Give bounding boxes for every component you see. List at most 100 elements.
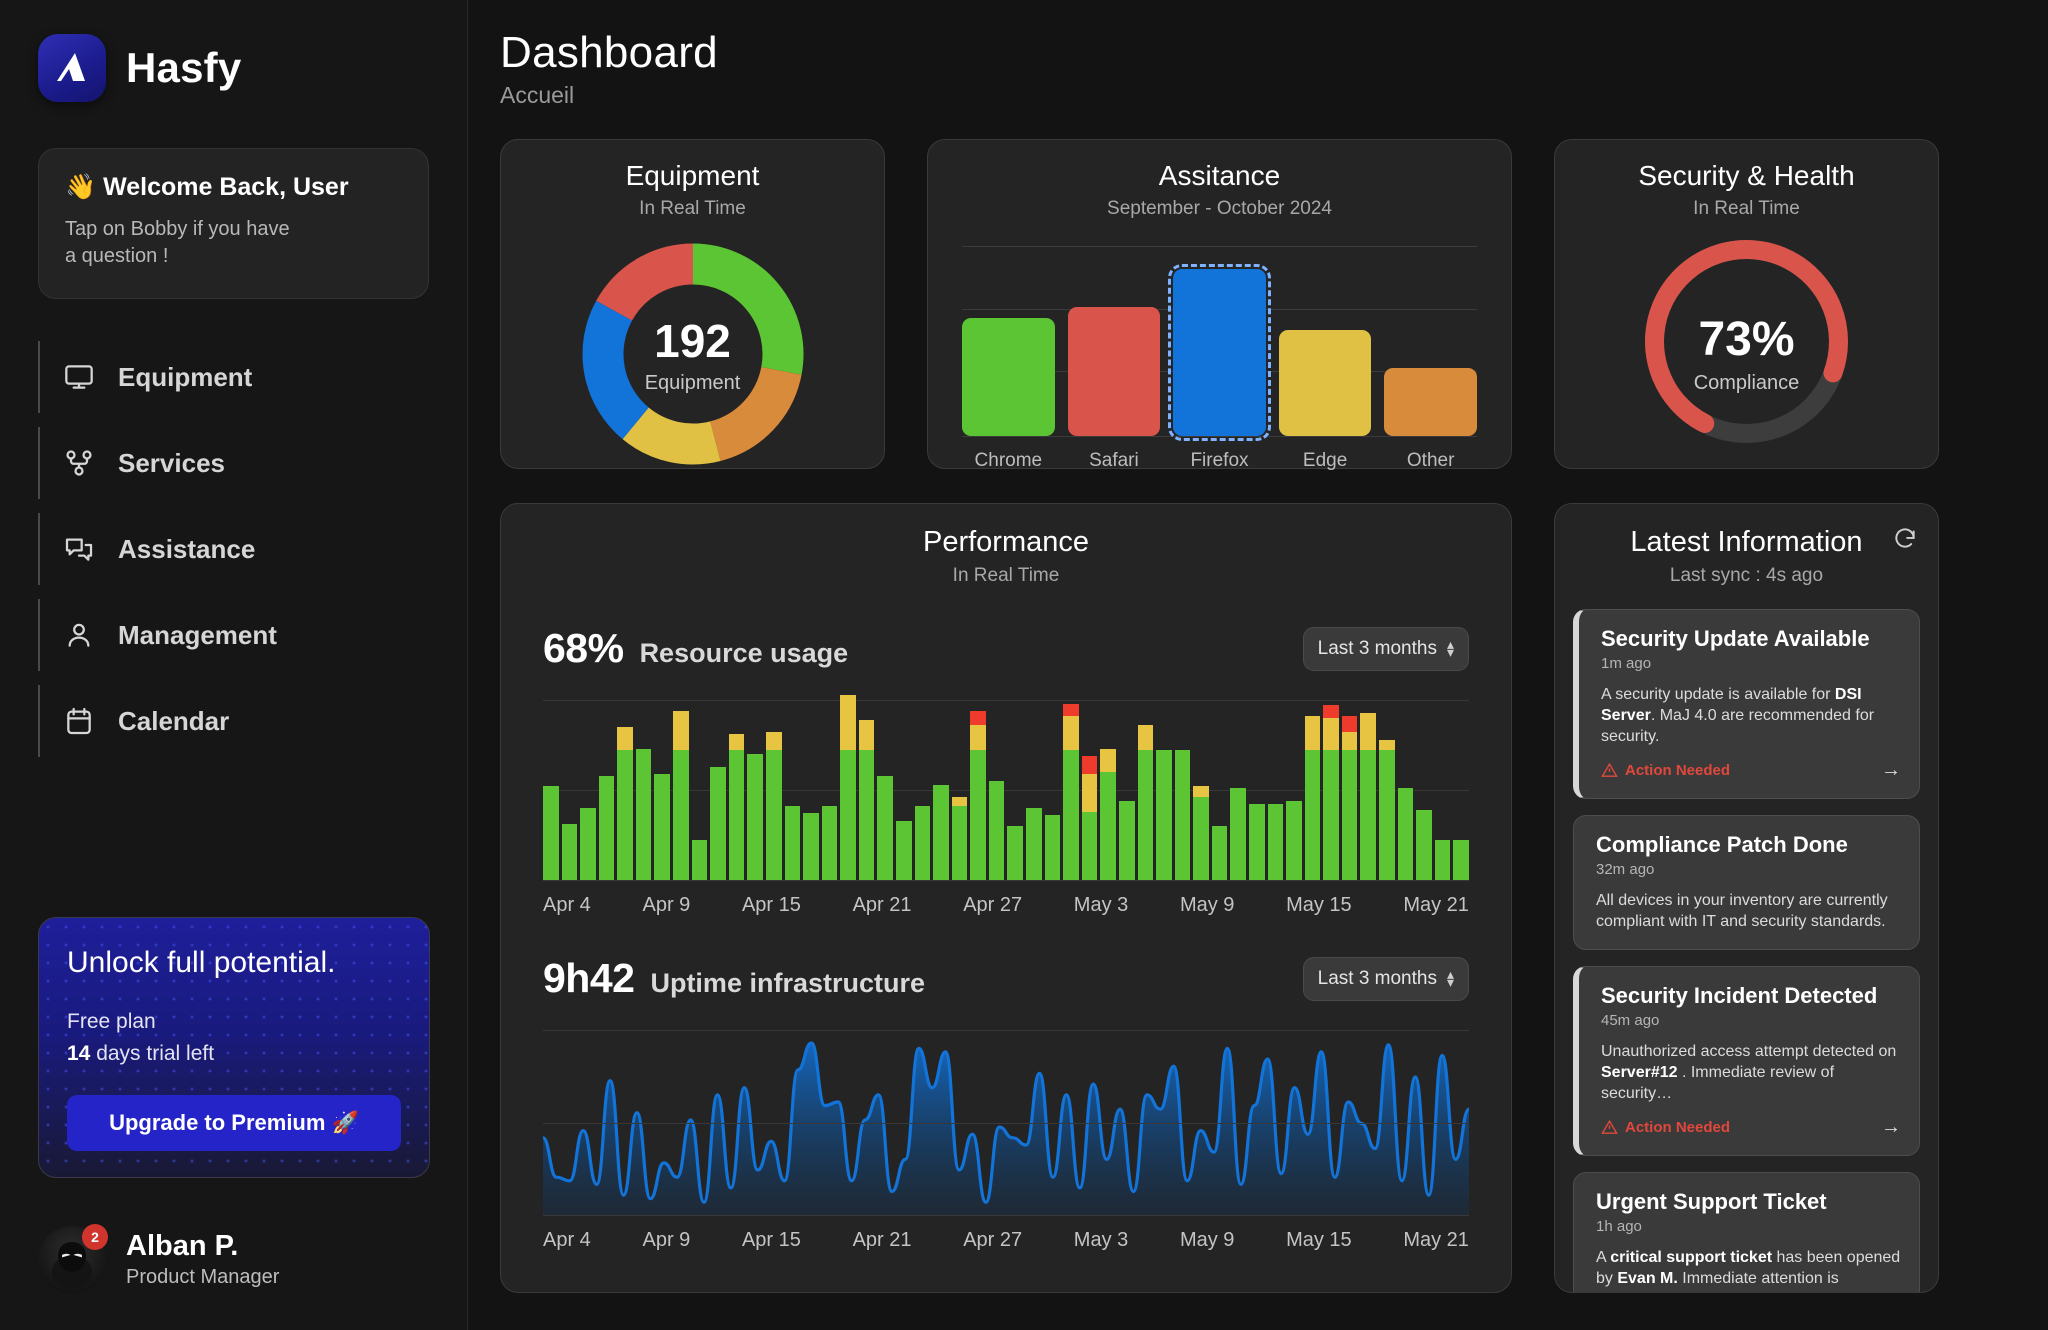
assistance-bar-column[interactable] <box>1278 246 1372 436</box>
brand[interactable]: Hasfy <box>0 0 467 102</box>
assistance-bar-column[interactable] <box>962 246 1055 436</box>
resource-bar-segment <box>914 806 931 880</box>
resource-bar-segment <box>951 806 968 880</box>
resource-range-value: Last 3 months <box>1317 637 1437 659</box>
resource-bar <box>784 806 801 880</box>
assistance-bar[interactable] <box>1067 306 1161 436</box>
resource-usage-x-axis: Apr 4 Apr 9 Apr 15 Apr 21 Apr 27 May 3 May 9 Ma… <box>543 894 1469 917</box>
equipment-card-title: Equipment <box>625 160 760 191</box>
resource-bar-segment <box>970 750 986 880</box>
resource-bar-segment <box>1118 800 1135 880</box>
resource-bar <box>710 766 726 880</box>
sidebar-item-equipment[interactable]: Equipment <box>38 341 467 413</box>
assistance-bar[interactable] <box>962 318 1055 436</box>
sidebar-item-assistance[interactable]: Assistance <box>38 513 467 585</box>
resource-bar-segment <box>1193 797 1209 880</box>
refresh-icon[interactable] <box>1892 526 1918 557</box>
resource-bar <box>1081 755 1098 880</box>
notification-item[interactable]: Security Update Available 1m ago A securit… <box>1573 609 1920 800</box>
resource-bar-segment <box>673 710 689 751</box>
resource-bar-segment <box>1230 788 1246 880</box>
notification-body: Unauthorized access attempt detected on … <box>1601 1042 1897 1102</box>
resource-bar-segment <box>821 806 838 880</box>
uptime-x-tick: May 15 <box>1286 1229 1352 1251</box>
resource-bar <box>691 840 708 880</box>
upgrade-card: Unlock full potential. Free plan 14 days… <box>38 917 430 1178</box>
uptime-value: 9h42 <box>543 955 635 1001</box>
resource-bar <box>580 808 596 880</box>
notification-title: Security Incident Detected <box>1601 982 1878 1008</box>
sidebar-item-management[interactable]: Management <box>38 599 467 671</box>
performance-header: Performance In Real Time <box>501 504 1511 587</box>
resource-x-tick: May 15 <box>1286 894 1352 916</box>
sidebar-item-label: Calendar <box>118 705 230 736</box>
assistance-bar-column[interactable] <box>1168 246 1271 442</box>
upgrade-title: Unlock full potential. <box>67 946 336 979</box>
assistance-bar-chart <box>962 246 1477 442</box>
resource-bar <box>1360 712 1377 880</box>
main-content: Dashboard Accueil Equipment In Real Time… <box>468 0 2048 1330</box>
resource-bar <box>821 806 838 880</box>
bottom-row: Performance In Real Time 68% Resource us… <box>500 503 2010 1293</box>
resource-bar <box>1267 804 1284 880</box>
uptime-metric: 9h42 Uptime infrastructure <box>543 955 925 1002</box>
upgrade-to-premium-button[interactable]: Upgrade to Premium 🚀 <box>67 1095 401 1151</box>
upgrade-trial-days: 14 <box>67 1041 91 1065</box>
donut-segment <box>582 300 649 440</box>
resource-bar-segment <box>1267 804 1284 880</box>
resource-x-tick: Apr 4 <box>543 894 591 916</box>
assistance-bar-column[interactable] <box>1067 246 1161 436</box>
notification-item[interactable]: Urgent Support Ticket 1h ago A critical su… <box>1573 1171 1920 1292</box>
assistance-bars <box>962 246 1477 442</box>
resource-bar-segment <box>728 750 745 880</box>
resource-bar <box>1248 804 1265 880</box>
latest-information-card: Latest Information Last sync : 4s ago Se… <box>1554 503 1939 1293</box>
notification-item[interactable]: Compliance Patch Done 32m ago All devices … <box>1573 815 1920 950</box>
donut-segment <box>595 243 694 322</box>
user-profile[interactable]: 2 Alban P. Product Manager <box>38 1224 279 1294</box>
resource-bar-segment <box>1248 804 1265 880</box>
resource-bar-segment <box>691 840 708 880</box>
assistance-x-label: Chrome <box>974 450 1043 471</box>
avatar[interactable]: 2 <box>38 1224 108 1294</box>
equipment-card: Equipment In Real Time 192 Equipment <box>500 139 885 469</box>
resource-bar-segment <box>970 725 986 751</box>
resource-bar-segment <box>1007 826 1024 880</box>
sidebar-item-calendar[interactable]: Calendar <box>38 685 467 757</box>
resource-bar <box>877 775 893 880</box>
resource-bar-segment <box>1211 826 1228 880</box>
performance-card: Performance In Real Time 68% Resource us… <box>500 503 1512 1293</box>
resource-range-select[interactable]: Last 3 months ▴ ▾ <box>1302 626 1469 671</box>
resource-bar <box>933 784 949 880</box>
resource-bar-segment <box>1341 716 1358 733</box>
assistance-bar[interactable] <box>1168 263 1271 442</box>
uptime-range-select[interactable]: Last 3 months ▴ ▾ <box>1302 956 1469 1001</box>
arrow-right-icon[interactable]: → <box>1881 1116 1901 1139</box>
welcome-subtitle: Tap on Bobby if you have a question ! <box>65 218 290 267</box>
resource-bar <box>617 727 633 880</box>
resource-bar-segment <box>1081 773 1098 812</box>
uptime-x-tick: May 9 <box>1179 1229 1235 1251</box>
equipment-card-subtitle: In Real Time <box>639 198 746 219</box>
arrow-right-icon[interactable]: → <box>1881 759 1901 782</box>
resource-bar-segment <box>840 750 856 880</box>
assistance-bar[interactable] <box>1278 329 1372 436</box>
assistance-bar-column[interactable] <box>1384 246 1477 436</box>
profile-name: Alban P. <box>126 1229 239 1262</box>
last-sync-label: Last sync : 4s ago <box>1669 565 1824 586</box>
notification-item[interactable]: Security Incident Detected 45m ago Unautho… <box>1573 965 1920 1156</box>
notification-body: A security update is available for DSI S… <box>1601 686 1875 746</box>
resource-bar-segment <box>710 766 726 880</box>
resource-bar-segment <box>543 786 559 880</box>
resource-usage-row: 68% Resource usage Last 3 months ▴ ▾ <box>543 625 1469 672</box>
resource-bar <box>914 806 931 880</box>
resource-bar-segment <box>1156 750 1172 880</box>
sidebar-item-services[interactable]: Services <box>38 427 467 499</box>
sidebar-item-label: Assistance <box>118 533 256 564</box>
resource-bar <box>1379 739 1395 880</box>
resource-bar-segment <box>1416 809 1432 880</box>
resource-bar-segment <box>1286 800 1302 880</box>
assistance-bar[interactable] <box>1384 367 1477 436</box>
notification-body: All devices in your inventory are curren… <box>1596 892 1888 931</box>
upgrade-trial: 14 days trial left <box>67 1038 401 1070</box>
